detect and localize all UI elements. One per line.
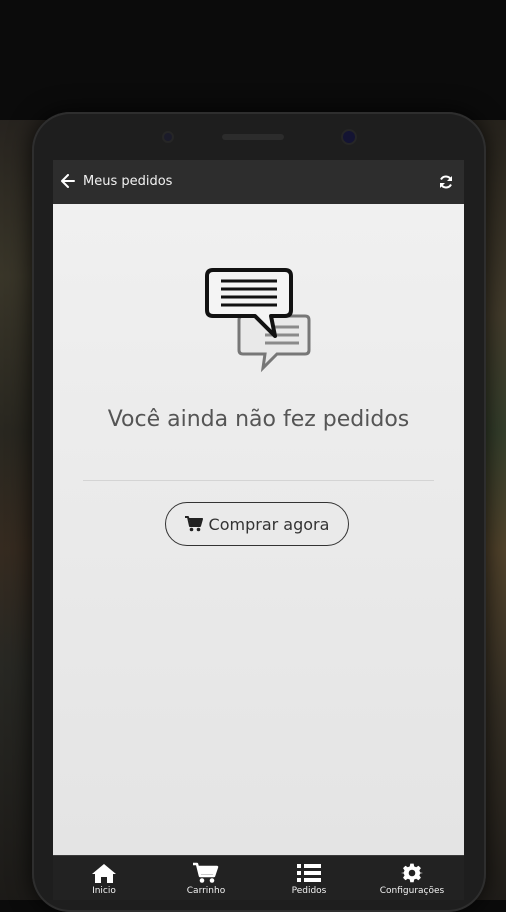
list-icon	[297, 864, 321, 882]
buy-now-label: Comprar agora	[208, 514, 330, 534]
gear-icon	[401, 863, 423, 883]
phone-sensor	[164, 133, 172, 141]
home-icon	[92, 864, 116, 883]
nav-label-inicio: Inicio	[92, 886, 116, 896]
app-bar: Meus pedidos	[53, 160, 464, 204]
phone-speaker	[222, 134, 284, 140]
back-arrow-icon[interactable]	[61, 174, 75, 188]
nav-label-pedidos: Pedidos	[291, 886, 327, 896]
nav-item-carrinho[interactable]: Carrinho	[155, 856, 257, 900]
nav-item-configuracoes[interactable]: Configurações	[361, 856, 463, 900]
nav-label-configuracoes: Configurações	[379, 886, 445, 896]
app-screen: Meus pedidos Você ainda não fez pedidos	[53, 160, 464, 900]
nav-item-inicio[interactable]: Inicio	[53, 856, 155, 900]
page-title: Meus pedidos	[83, 174, 173, 189]
orders-content: Você ainda não fez pedidos Comprar agora	[53, 204, 464, 855]
buy-now-button[interactable]: Comprar agora	[165, 502, 349, 546]
chat-bubbles-icon	[205, 268, 311, 373]
divider	[83, 480, 434, 481]
empty-orders-message: Você ainda não fez pedidos	[107, 407, 410, 432]
cart-icon	[184, 516, 203, 532]
refresh-icon[interactable]	[438, 174, 454, 190]
bottom-navigation: Inicio Carrinho Pedidos Configurações	[53, 855, 464, 900]
phone-camera	[343, 131, 355, 143]
cart-icon	[193, 862, 219, 883]
nav-item-pedidos[interactable]: Pedidos	[258, 856, 360, 900]
nav-label-carrinho: Carrinho	[186, 886, 226, 896]
